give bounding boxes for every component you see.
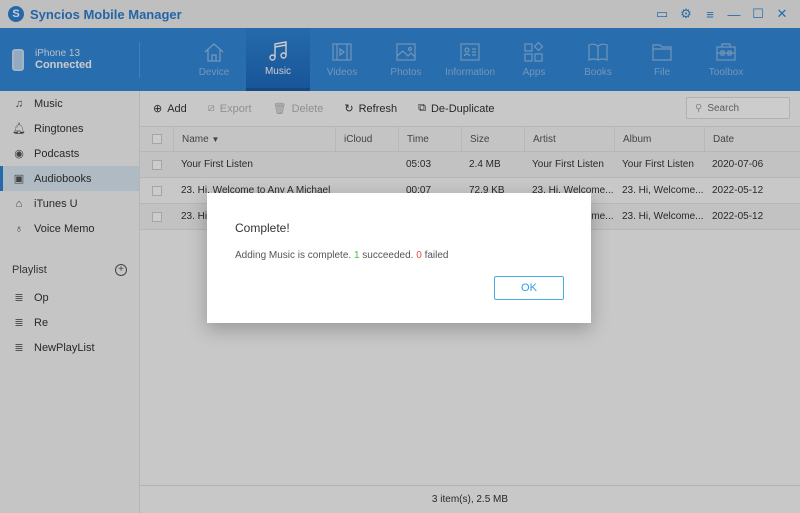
complete-dialog: Complete! Adding Music is complete. 1 su…	[207, 193, 591, 323]
dialog-title: Complete!	[235, 221, 290, 235]
ok-button[interactable]: OK	[494, 276, 564, 300]
dialog-message: Adding Music is complete. 1 succeeded. 0…	[235, 250, 449, 261]
